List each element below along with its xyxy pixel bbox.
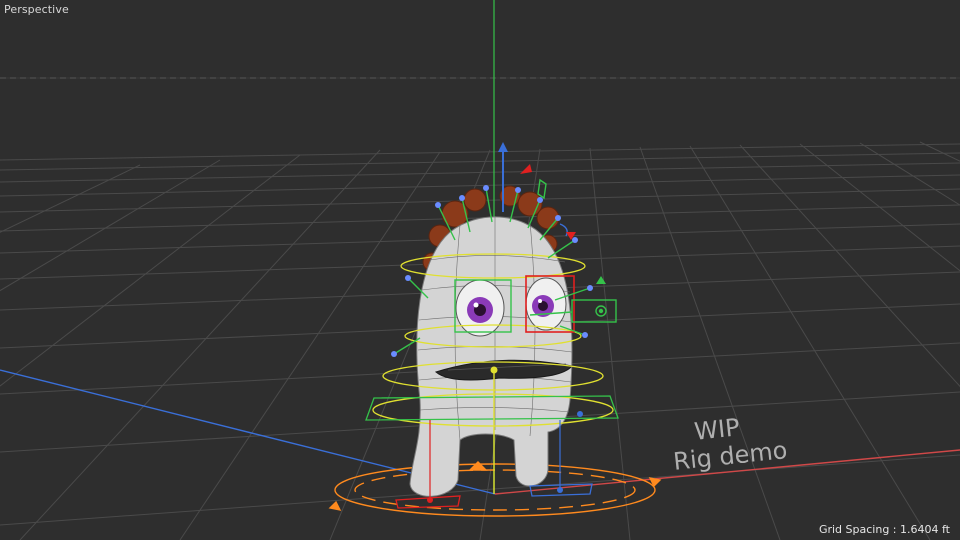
grid-spacing-readout: Grid Spacing : 1.6404 ft [818, 523, 950, 536]
3d-viewport[interactable]: Perspective WIP Rig demo Grid Spacing : … [0, 0, 960, 540]
body-mesh [409, 216, 573, 497]
left-eye [455, 279, 505, 337]
character-model[interactable] [409, 185, 573, 497]
viewport-name-label[interactable]: Perspective [4, 3, 69, 16]
grid-spacing-label: Grid Spacing [818, 523, 890, 536]
viewport-canvas[interactable] [0, 0, 960, 540]
grid-spacing-value: 1.6404 ft [900, 523, 950, 536]
right-eye [525, 277, 567, 331]
